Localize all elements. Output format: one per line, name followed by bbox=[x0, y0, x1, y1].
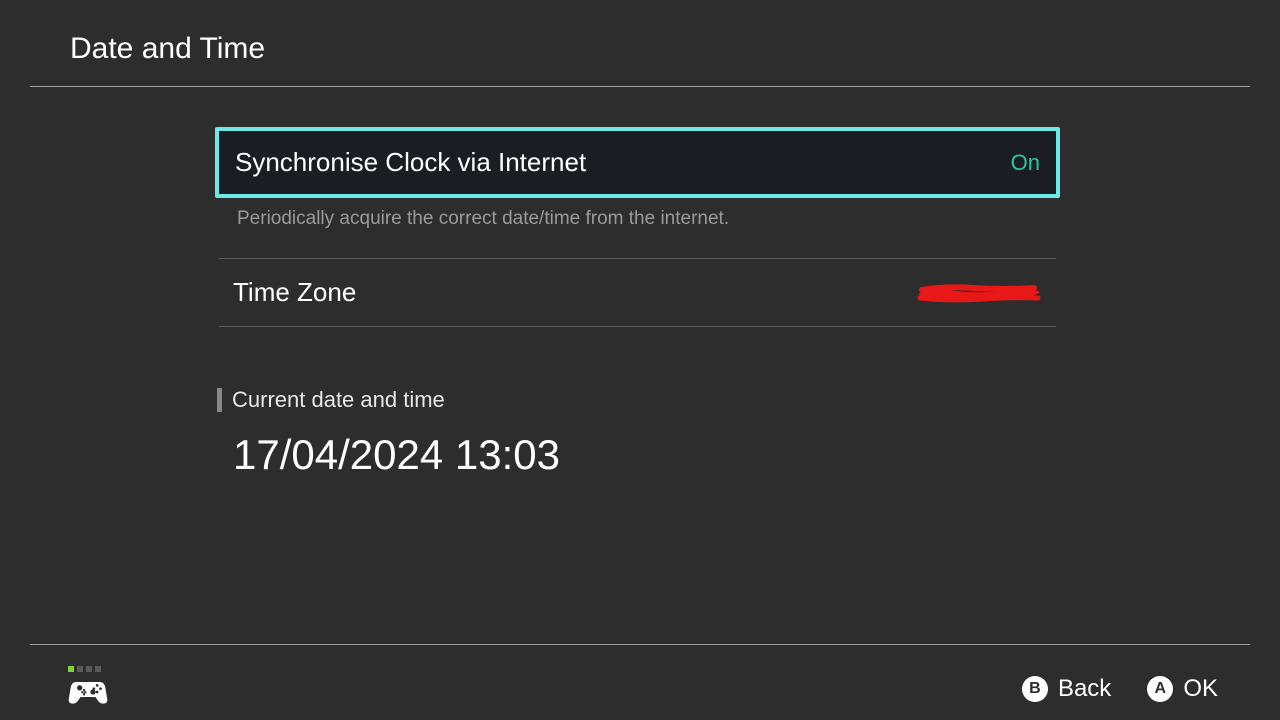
controller-status bbox=[68, 666, 108, 711]
a-button-icon: A bbox=[1147, 676, 1173, 702]
sync-clock-row[interactable]: Synchronise Clock via Internet On bbox=[215, 127, 1060, 198]
sync-clock-label: Synchronise Clock via Internet bbox=[235, 147, 586, 178]
page-title: Date and Time bbox=[70, 32, 1280, 66]
b-button-icon: B bbox=[1022, 676, 1048, 702]
player-dot-2 bbox=[77, 666, 83, 672]
ok-hint[interactable]: A OK bbox=[1147, 675, 1218, 703]
button-hints: B Back A OK bbox=[1022, 675, 1218, 703]
current-datetime-title: Current date and time bbox=[232, 387, 445, 413]
footer: B Back A OK bbox=[0, 644, 1280, 720]
player-dot-4 bbox=[95, 666, 101, 672]
row-divider bbox=[219, 326, 1056, 327]
back-label: Back bbox=[1058, 675, 1111, 703]
section-bar-icon bbox=[217, 388, 222, 412]
footer-content: B Back A OK bbox=[0, 645, 1280, 720]
controller-icon bbox=[68, 678, 108, 711]
player-indicator-dots bbox=[68, 666, 108, 672]
current-datetime-value: 17/04/2024 13:03 bbox=[233, 431, 1060, 479]
time-zone-value-redacted bbox=[922, 282, 1042, 304]
current-datetime-header: Current date and time bbox=[217, 387, 1060, 413]
time-zone-row[interactable]: Time Zone bbox=[215, 259, 1060, 326]
sync-clock-description: Periodically acquire the correct date/ti… bbox=[215, 198, 1060, 230]
header: Date and Time bbox=[0, 0, 1280, 86]
player-dot-1 bbox=[68, 666, 74, 672]
content-area: Synchronise Clock via Internet On Period… bbox=[0, 87, 1280, 479]
sync-clock-value: On bbox=[1011, 150, 1040, 176]
ok-label: OK bbox=[1183, 675, 1218, 703]
player-dot-3 bbox=[86, 666, 92, 672]
back-hint[interactable]: B Back bbox=[1022, 675, 1111, 703]
settings-list: Synchronise Clock via Internet On Period… bbox=[215, 127, 1060, 479]
time-zone-label: Time Zone bbox=[233, 277, 356, 308]
